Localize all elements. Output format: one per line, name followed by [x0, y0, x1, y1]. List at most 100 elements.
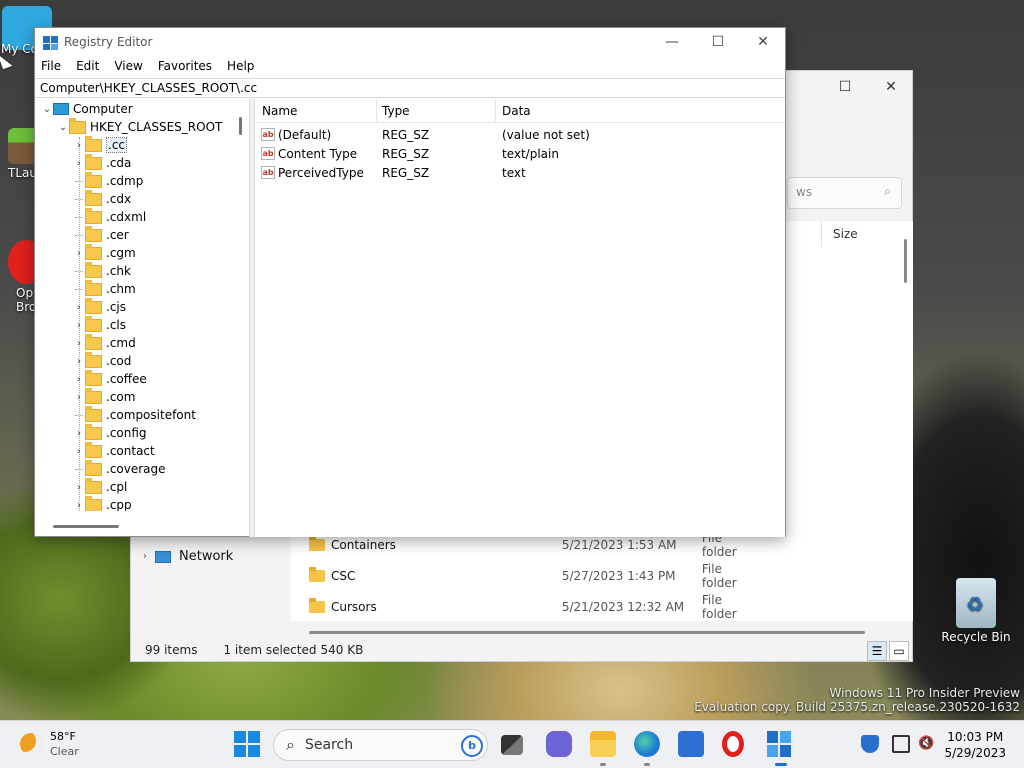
search-label: Search	[304, 737, 354, 753]
tree-item-key[interactable]: › .coffee	[73, 369, 147, 388]
tree-item-key[interactable]: › .cgm	[73, 243, 136, 262]
registry-editor-window[interactable]: Registry Editor — ☐ ✕ File Edit View Fav…	[34, 27, 786, 537]
desktop-icon-label: Op Bro	[16, 286, 37, 314]
tree-item-key[interactable]: .chm	[73, 279, 136, 298]
menu-help[interactable]: Help	[227, 57, 259, 77]
tree-item-key[interactable]: › .cmd	[73, 333, 136, 352]
file-row[interactable]: CSC 5/27/2023 1:43 PM File folder	[309, 560, 759, 591]
tree-item-label: .cmd	[106, 336, 136, 350]
tree-item-computer[interactable]: ⌄ Computer	[41, 100, 133, 118]
chevron-right-icon[interactable]: ›	[73, 338, 85, 349]
bing-icon[interactable]: b	[461, 735, 483, 757]
chevron-down-icon[interactable]: ⌄	[57, 122, 69, 133]
value-row[interactable]: ab Content Type REG_SZ text/plain	[255, 144, 785, 163]
tree-item-label: .cgm	[106, 246, 136, 260]
column-header-data[interactable]: Data	[502, 104, 531, 118]
tree-item-label: Computer	[73, 102, 133, 116]
explorer-search-box[interactable]: ws ⌕	[787, 177, 902, 209]
folder-icon	[309, 566, 325, 582]
edge-icon[interactable]	[634, 731, 660, 757]
key-tree[interactable]: ⌄ Computer ⌄ HKEY_CLASSES_ROOT › .cc › .cda .cdm…	[35, 99, 249, 511]
tree-item-label: .cod	[106, 354, 132, 368]
column-header-name[interactable]: Name	[262, 104, 297, 118]
clock[interactable]: 10:03 PM 5/29/2023	[944, 729, 1006, 761]
tree-item-key[interactable]: .cer	[73, 225, 129, 244]
folder-icon	[85, 369, 102, 386]
task-view-icon[interactable]	[501, 735, 523, 755]
volume-muted-icon[interactable]: 🔇	[918, 735, 936, 753]
tree-horizontal-scrollbar[interactable]	[53, 525, 119, 528]
chevron-right-icon[interactable]: ›	[73, 302, 85, 313]
title-bar[interactable]: Registry Editor — ☐ ✕	[35, 28, 785, 57]
menu-file[interactable]: File	[41, 57, 66, 77]
taskbar-search[interactable]: ⌕ Search b	[273, 729, 488, 761]
close-button[interactable]: ✕	[740, 28, 786, 57]
chevron-right-icon[interactable]: ›	[73, 248, 85, 259]
chevron-right-icon[interactable]: ›	[73, 392, 85, 403]
tree-item-key[interactable]: › .cda	[73, 153, 131, 172]
chevron-right-icon[interactable]: ›	[73, 356, 85, 367]
teams-chat-icon[interactable]	[546, 731, 572, 757]
value-row[interactable]: ab PerceivedType REG_SZ text	[255, 163, 785, 182]
chevron-down-icon[interactable]: ⌄	[41, 104, 53, 115]
tree-item-key[interactable]: › .cpp	[73, 495, 132, 511]
tree-item-key[interactable]: › .cpl	[73, 477, 127, 496]
chevron-right-icon[interactable]: ›	[73, 374, 85, 385]
tree-item-key[interactable]: .cdxml	[73, 207, 146, 226]
nav-item-network[interactable]: › Network	[143, 549, 233, 564]
chevron-right-icon[interactable]: ›	[73, 140, 85, 151]
chevron-right-icon[interactable]: ›	[73, 446, 85, 457]
tree-item-key[interactable]: .cdx	[73, 189, 131, 208]
folder-icon	[85, 189, 102, 206]
chevron-right-icon[interactable]: ›	[73, 482, 85, 493]
tree-item-key[interactable]: › .com	[73, 387, 135, 406]
details-view-button[interactable]: ☰	[867, 641, 887, 661]
tree-item-key[interactable]: .compositefont	[73, 405, 196, 424]
maximize-button[interactable]: ☐	[822, 75, 868, 99]
chevron-right-icon[interactable]: ›	[143, 551, 147, 562]
tiles-view-button[interactable]: ▭	[889, 641, 909, 661]
opera-icon[interactable]	[722, 731, 744, 757]
values-list[interactable]: Name Type Data ab (Default) REG_SZ (valu…	[255, 99, 785, 537]
tree-item-key[interactable]: › .cod	[73, 351, 132, 370]
chevron-right-icon[interactable]: ›	[73, 158, 85, 169]
tree-item-label: .contact	[106, 444, 155, 458]
registry-editor-taskbar-icon[interactable]	[767, 731, 793, 757]
chevron-right-icon[interactable]: ›	[73, 428, 85, 439]
tree-item-key[interactable]: .coverage	[73, 459, 166, 478]
weather-widget[interactable]: 58°F Clear	[20, 729, 79, 759]
tree-item-key[interactable]: .chk	[73, 261, 131, 280]
horizontal-scrollbar[interactable]	[309, 631, 865, 634]
vertical-scrollbar[interactable]	[904, 239, 907, 283]
tree-vertical-scrollbar[interactable]	[239, 117, 242, 135]
tree-item-key[interactable]: › .config	[73, 423, 147, 442]
chevron-right-icon[interactable]: ›	[73, 320, 85, 331]
menu-favorites[interactable]: Favorites	[158, 57, 217, 77]
tree-item-key[interactable]: › .contact	[73, 441, 155, 460]
column-header-size[interactable]: Size	[833, 227, 858, 241]
desktop-icon-recycle-bin[interactable]: ♻ Recycle Bin	[936, 578, 1016, 644]
tree-item-label: .cjs	[106, 300, 126, 314]
file-row[interactable]: Cursors 5/21/2023 12:32 AM File folder	[309, 591, 759, 622]
address-bar[interactable]: Computer\HKEY_CLASSES_ROOT\.cc	[35, 78, 785, 98]
security-shield-icon[interactable]	[861, 735, 879, 753]
folder-icon	[85, 297, 102, 314]
tree-item-key[interactable]: › .cc	[73, 135, 128, 154]
start-button[interactable]	[234, 731, 260, 757]
menu-view[interactable]: View	[114, 57, 147, 77]
tree-item-hkey-classes-root[interactable]: ⌄ HKEY_CLASSES_ROOT	[57, 117, 222, 136]
close-button[interactable]: ✕	[868, 75, 914, 99]
maximize-button[interactable]: ☐	[695, 28, 741, 57]
value-row[interactable]: ab (Default) REG_SZ (value not set)	[255, 125, 785, 144]
microsoft-store-icon[interactable]	[678, 731, 704, 757]
tree-item-key[interactable]: › .cjs	[73, 297, 126, 316]
network-status-icon[interactable]	[892, 735, 910, 753]
column-header-type[interactable]: Type	[382, 104, 410, 118]
tree-connector	[75, 234, 83, 236]
chevron-right-icon[interactable]: ›	[73, 500, 85, 511]
file-explorer-icon[interactable]	[590, 731, 616, 757]
minimize-button[interactable]: —	[649, 28, 695, 57]
menu-edit[interactable]: Edit	[76, 57, 104, 77]
tree-item-key[interactable]: › .cls	[73, 315, 126, 334]
tree-item-key[interactable]: .cdmp	[73, 171, 143, 190]
